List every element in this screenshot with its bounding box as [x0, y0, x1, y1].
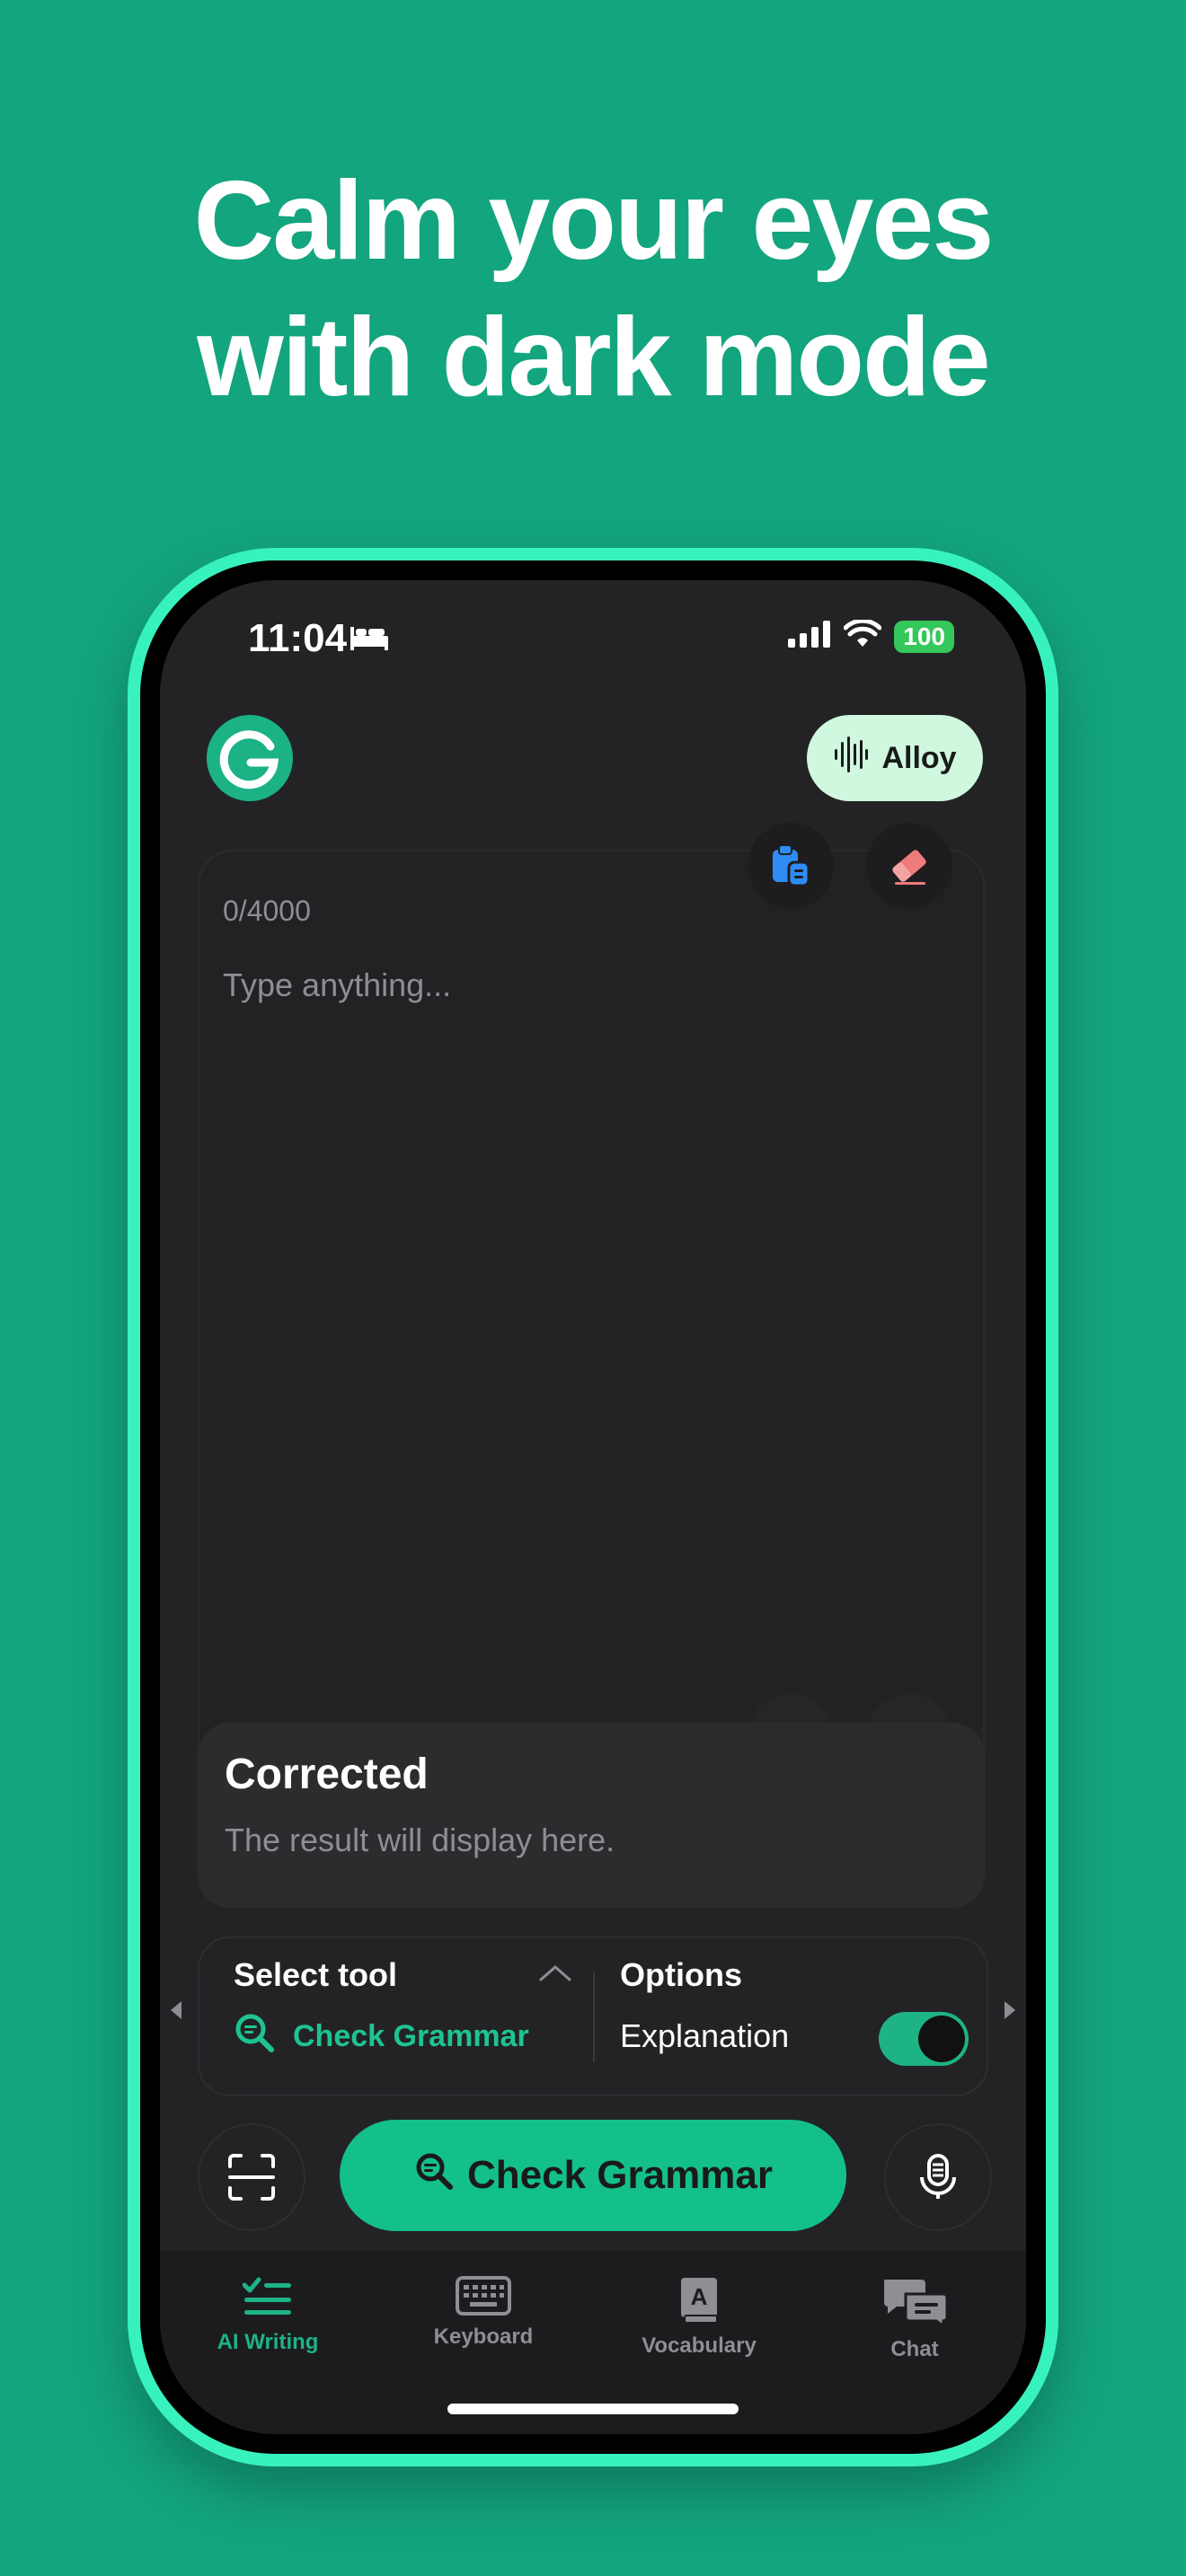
app-logo: [207, 715, 293, 801]
tab-label: AI Writing: [217, 2330, 319, 2354]
toggle-knob: [918, 2016, 965, 2062]
check-grammar-button[interactable]: Check Grammar: [340, 2120, 846, 2231]
phone-frame: 11:04 100 Alloy 0/4000 Type anything... …: [128, 548, 1058, 2466]
divider: [593, 1972, 595, 2062]
status-indicators: 100: [788, 618, 954, 653]
waveform-icon: [833, 736, 869, 781]
result-card: Corrected The result will display here.: [198, 1723, 985, 1908]
tab-label: Vocabulary: [642, 2333, 757, 2358]
scan-icon: [228, 2154, 275, 2201]
voice-select-label: Alloy: [881, 740, 957, 775]
search-check-icon: [234, 2012, 275, 2061]
chat-icon: [884, 2280, 949, 2328]
tab-label: Keyboard: [433, 2325, 534, 2349]
microphone-button[interactable]: [884, 2123, 992, 2231]
character-counter: 0/4000: [223, 895, 311, 927]
tab-ai-writing[interactable]: AI Writing: [187, 2276, 349, 2355]
headline-line-1: Calm your eyes: [193, 159, 995, 283]
clear-text-button[interactable]: [866, 823, 952, 909]
active-tool[interactable]: Check Grammar: [234, 2012, 529, 2061]
active-tool-label: Check Grammar: [293, 2019, 529, 2053]
eraser-icon: [892, 850, 926, 885]
select-tool-label[interactable]: Select tool: [234, 1956, 397, 1994]
home-indicator: [447, 2404, 739, 2414]
clipboard-icon: [773, 844, 810, 887]
paste-button[interactable]: [748, 823, 834, 909]
cellular-signal-icon: [788, 621, 831, 652]
headline: Calm your eyes with dark mode: [0, 153, 1186, 426]
explanation-toggle[interactable]: [879, 2012, 969, 2066]
explanation-label: Explanation: [620, 2017, 790, 2054]
voice-select-button[interactable]: Alloy: [807, 715, 983, 801]
search-check-icon: [413, 2150, 455, 2201]
microphone-icon: [920, 2154, 956, 2199]
scroll-left-arrow-icon[interactable]: [169, 1999, 183, 2025]
status-time: 11:04: [248, 616, 348, 660]
tab-bar: AI Writing Keyboard A Vocabulary Chat: [160, 2251, 1026, 2434]
scroll-right-arrow-icon[interactable]: [1003, 1999, 1017, 2025]
scan-button[interactable]: [198, 2123, 305, 2231]
wifi-icon: [843, 618, 882, 653]
text-input-placeholder[interactable]: Type anything...: [223, 966, 451, 1004]
ai-writing-icon: [243, 2277, 291, 2315]
app-screen: 11:04 100 Alloy 0/4000 Type anything... …: [160, 580, 1026, 2434]
battery-indicator: 100: [894, 620, 954, 653]
tab-chat[interactable]: Chat: [834, 2276, 996, 2362]
result-title: Corrected: [225, 1751, 429, 1798]
vocabulary-icon: A: [681, 2278, 718, 2324]
tab-keyboard[interactable]: Keyboard: [403, 2276, 564, 2350]
result-placeholder: The result will display here.: [225, 1822, 615, 1858]
tab-vocabulary[interactable]: A Vocabulary: [618, 2276, 780, 2359]
tool-panel: Select tool Check Grammar Options Explan…: [198, 1936, 988, 2096]
tab-label: Chat: [890, 2337, 939, 2361]
options-label: Options: [620, 1956, 742, 1993]
sleep-focus-icon: [349, 623, 390, 657]
check-grammar-label: Check Grammar: [467, 2153, 773, 2197]
svg-text:A: A: [691, 2283, 708, 2310]
headline-line-2: with dark mode: [197, 296, 990, 419]
keyboard-icon: [456, 2276, 511, 2316]
phone-bezel: 11:04 100 Alloy 0/4000 Type anything... …: [140, 560, 1046, 2454]
chevron-up-icon[interactable]: [537, 1962, 573, 1988]
